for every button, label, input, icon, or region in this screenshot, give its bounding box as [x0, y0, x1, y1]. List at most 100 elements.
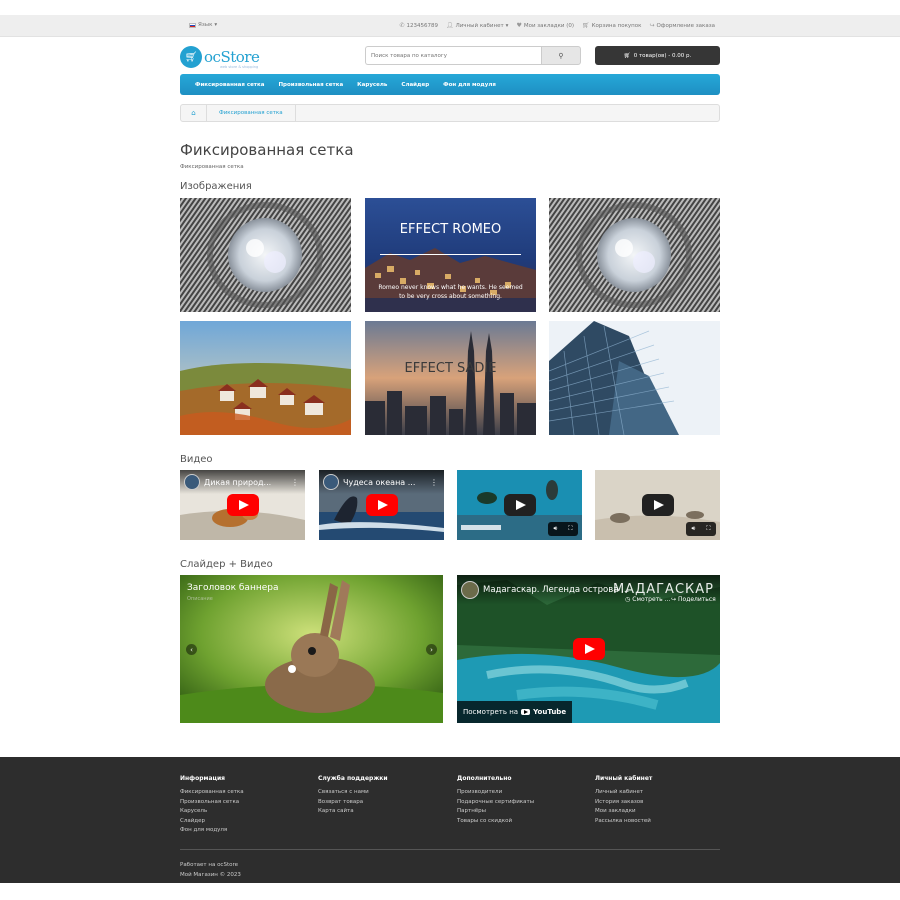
video-title[interactable]: Дикая природ...: [204, 478, 271, 487]
search-icon: ⚲: [558, 52, 564, 60]
image-tile-effect-sadie[interactable]: EFFECT SADIE: [365, 321, 536, 435]
banner-slider[interactable]: Заголовок баннера Описание ‹ ›: [180, 575, 443, 723]
channel-avatar[interactable]: [323, 474, 339, 490]
shopping-cart-icon: 🛒︎: [582, 22, 590, 29]
footer-divider: [180, 849, 720, 850]
footer-col-account: Личный кабинет Личный кабинет История за…: [595, 775, 652, 826]
footer-link[interactable]: Рассылка новостей: [595, 817, 652, 827]
image-tile-village[interactable]: [180, 321, 351, 435]
footer-link[interactable]: Карусель: [180, 807, 244, 817]
slider-next-button[interactable]: ›: [426, 644, 437, 655]
image-tile-effect-romeo[interactable]: EFFECT ROMEO Romeo never knows what he w…: [365, 198, 536, 312]
chevron-right-icon: ›: [430, 645, 433, 654]
wishlist-label: Мои закладки (0): [523, 22, 575, 29]
menu-item-module-bg[interactable]: Фон для модуля: [443, 82, 496, 88]
volume-icon[interactable]: 🔊︎: [692, 525, 696, 533]
image-tile-building[interactable]: [549, 321, 720, 435]
cart-link[interactable]: 🛒︎ Корзина покупок: [582, 22, 641, 29]
cart-button[interactable]: 🛒︎ 0 товар(ов) - 0.00 р.: [595, 46, 720, 65]
more-options-icon[interactable]: ⋮: [291, 478, 299, 487]
footer-link[interactable]: Произвольная сетка: [180, 798, 244, 808]
footer-link[interactable]: Партнёры: [457, 807, 534, 817]
main-menu: Фиксированная сетка Произвольная сетка К…: [180, 74, 720, 95]
wishlist-link[interactable]: ♥ Мои закладки (0): [516, 22, 574, 29]
video-tile-1[interactable]: Дикая природ... ⋮: [180, 470, 305, 540]
video-tile-3[interactable]: 🔊︎ ⛶: [457, 470, 582, 540]
top-bar: Язык ▾ ✆ 123456789 👤︎ Личный кабинет ▾ ♥ Мои…: [0, 15, 900, 37]
video-play-button[interactable]: [503, 494, 536, 516]
video-controls[interactable]: 🔊︎ ⛶: [548, 522, 578, 536]
section-slider-heading: Слайдер + Видео: [180, 559, 273, 570]
menu-item-slider[interactable]: Слайдер: [401, 82, 429, 88]
footer-link[interactable]: Связаться с нами: [318, 788, 388, 798]
channel-avatar[interactable]: [184, 474, 200, 490]
account-label: Личный кабинет: [455, 22, 504, 29]
video-controls[interactable]: 🔊︎ ⛶: [686, 522, 716, 536]
phone-number: 123456789: [406, 22, 438, 29]
menu-item-carousel[interactable]: Карусель: [357, 82, 387, 88]
menu-item-fixed-grid[interactable]: Фиксированная сетка: [195, 82, 264, 88]
store-logo[interactable]: 🛒︎ ocStore web store & shopping: [180, 46, 260, 69]
youtube-logo-icon: [521, 709, 531, 715]
breadcrumb-current[interactable]: Фиксированная сетка: [207, 105, 296, 121]
slider-prev-button[interactable]: ‹: [186, 644, 197, 655]
youtube-logo-text: YouTube: [533, 708, 567, 716]
footer-link[interactable]: Мои закладки: [595, 807, 652, 817]
home-icon[interactable]: ⌂: [181, 105, 207, 121]
shopping-cart-icon: 🛒︎: [623, 52, 631, 59]
channel-avatar[interactable]: [461, 581, 479, 599]
footer-link[interactable]: Производители: [457, 788, 534, 798]
madagascar-overlay-text: МАДАГАСКАР: [612, 582, 714, 597]
powered-by-link[interactable]: Работает на ocStore: [180, 860, 241, 870]
video-tile-4[interactable]: 🔊︎ ⛶: [595, 470, 720, 540]
language-selector[interactable]: Язык ▾: [189, 22, 217, 28]
more-options-icon[interactable]: ⋮: [430, 478, 438, 487]
search-input[interactable]: [365, 46, 541, 65]
russian-flag-icon: [189, 22, 196, 28]
phone-link[interactable]: ✆ 123456789: [399, 22, 438, 29]
footer-heading: Дополнительно: [457, 775, 512, 782]
page-subtitle: Фиксированная сетка: [180, 164, 244, 170]
checkout-link[interactable]: ↪ Оформление заказа: [649, 22, 715, 29]
image-tile-architecture-2[interactable]: [549, 198, 720, 312]
copyright-text: Мой Магазин © 2023: [180, 872, 241, 878]
search-button[interactable]: ⚲: [541, 46, 581, 65]
page-title: Фиксированная сетка: [180, 141, 354, 159]
video-title[interactable]: Чудеса океана ...: [343, 478, 415, 487]
volume-icon[interactable]: 🔊︎: [554, 525, 558, 533]
breadcrumb: ⌂ Фиксированная сетка: [180, 104, 720, 122]
share-button[interactable]: ↪ Поделиться: [671, 596, 716, 603]
footer-link[interactable]: История заказов: [595, 798, 652, 808]
footer-link[interactable]: Подарочные сертификаты: [457, 798, 534, 808]
menu-item-free-grid[interactable]: Произвольная сетка: [278, 82, 343, 88]
phone-icon: ✆: [399, 22, 405, 29]
madagascar-video[interactable]: Мадагаскар. Легенда острова ... МАДАГАСК…: [457, 575, 720, 723]
youtube-play-button[interactable]: [365, 494, 398, 516]
footer-link[interactable]: Личный кабинет: [595, 788, 652, 798]
footer-link[interactable]: Карта сайта: [318, 807, 388, 817]
effect-romeo-caption: Romeo never knows what he wants. He seem…: [378, 284, 523, 300]
footer-credits: Работает на ocStore Мой Магазин © 2023: [180, 860, 241, 880]
section-images-heading: Изображения: [180, 181, 252, 192]
cart-logo-icon: 🛒︎: [180, 46, 202, 68]
account-dropdown[interactable]: 👤︎ Личный кабинет ▾: [446, 22, 508, 29]
video-tile-2[interactable]: Чудеса океана ... ⋮: [319, 470, 444, 540]
footer-link[interactable]: Товары со скидкой: [457, 817, 534, 827]
youtube-play-button[interactable]: [572, 638, 605, 660]
fullscreen-icon[interactable]: ⛶: [706, 525, 710, 533]
footer-col-info: Информация Фиксированная сетка Произволь…: [180, 775, 244, 836]
footer-link[interactable]: Фон для модуля: [180, 826, 244, 836]
footer-link[interactable]: Фиксированная сетка: [180, 788, 244, 798]
watch-on-label: Посмотреть на: [463, 708, 519, 716]
fullscreen-icon[interactable]: ⛶: [568, 525, 572, 533]
architecture-image: [549, 198, 720, 312]
footer-link[interactable]: Слайдер: [180, 817, 244, 827]
watch-on-youtube-button[interactable]: Посмотреть на YouTube: [457, 701, 573, 723]
image-tile-architecture-1[interactable]: [180, 198, 351, 312]
rabbit-image: [180, 575, 443, 723]
watch-later-button[interactable]: ◷ Смотреть ...: [625, 596, 670, 603]
video-play-button[interactable]: [641, 494, 674, 516]
video-title[interactable]: Мадагаскар. Легенда острова ...: [483, 585, 629, 595]
footer-link[interactable]: Возврат товара: [318, 798, 388, 808]
youtube-play-button[interactable]: [226, 494, 259, 516]
